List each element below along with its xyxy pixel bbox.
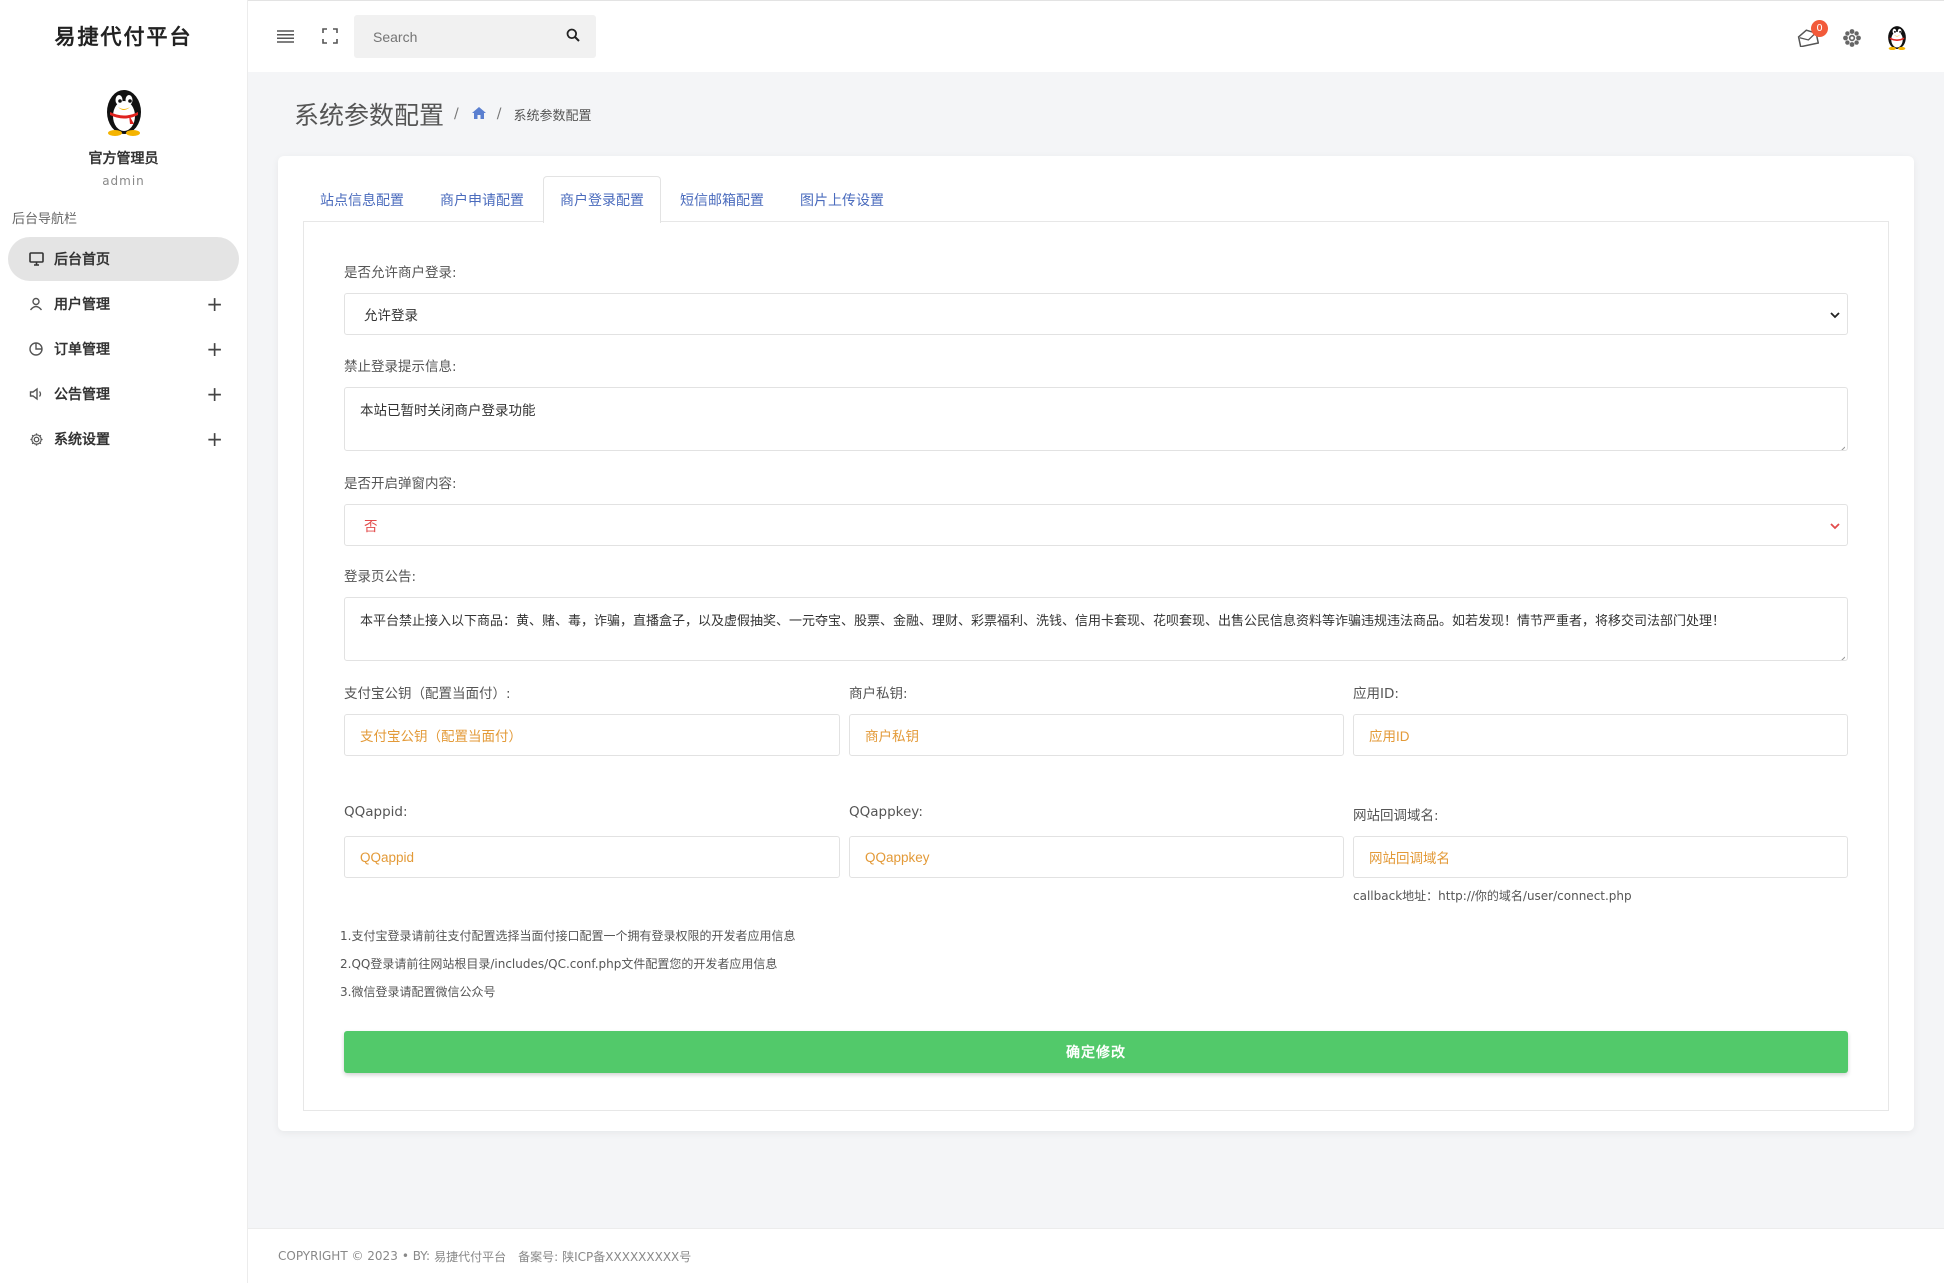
user-avatar-icon[interactable]: [1882, 20, 1912, 52]
sidebar-nav: 后台首页 用户管理 + 订单管理 + 公告管理 + 系统设置 +: [0, 237, 247, 461]
nav-heading: 后台导航栏: [12, 212, 78, 227]
expand-plus-icon[interactable]: +: [206, 382, 223, 406]
merchant-key-input[interactable]: 商户私钥: [849, 714, 1344, 756]
gear-icon: [28, 431, 44, 447]
callback-domain-label: 网站回调域名:: [1353, 808, 1439, 824]
megaphone-icon: [28, 386, 44, 402]
fullscreen-icon[interactable]: [319, 25, 341, 47]
footer-by-label: • BY:: [401, 1249, 431, 1263]
alipay-key-input[interactable]: 支付宝公钥（配置当面付）: [344, 714, 840, 756]
tab-merchant-apply[interactable]: 商户申请配置: [423, 176, 541, 222]
popup-select[interactable]: 否: [344, 504, 1848, 546]
footer-copyright: COPYRIGHT © 2023: [278, 1249, 398, 1263]
user-icon: [28, 296, 44, 312]
sidebar-item-label: 订单管理: [54, 342, 110, 358]
profile: 官方管理员 admin: [0, 72, 247, 188]
allow-login-value: 允许登录: [364, 308, 418, 323]
popup-value: 否: [364, 519, 378, 534]
footer-by-name[interactable]: 易捷代付平台: [434, 1248, 506, 1265]
profile-name: 官方管理员: [88, 151, 159, 167]
resize-grip-icon[interactable]: [1837, 650, 1846, 660]
sidebar-item-label: 用户管理: [54, 297, 110, 313]
sidebar-item-label: 公告管理: [54, 387, 110, 403]
notification-icon[interactable]: 0: [1797, 20, 1828, 48]
sidebar-item-label: 系统设置: [54, 432, 110, 448]
sidebar-item-orders[interactable]: 订单管理 +: [8, 327, 239, 371]
footer-icp-label: 备案号:: [518, 1249, 559, 1264]
ban-message-value: 本站已暂时关闭商户登录功能: [360, 403, 536, 418]
note-item: 1.支付宝登录请前往支付配置选择当面付接口配置一个拥有登录权限的开发者应用信息: [340, 929, 796, 943]
tab-merchant-login[interactable]: 商户登录配置: [543, 176, 661, 223]
settings-gear-icon[interactable]: [1841, 27, 1863, 49]
qq-appid-input[interactable]: QQappid: [344, 836, 840, 878]
login-notice-value: 本平台禁止接入以下商品：黄、赌、毒，诈骗，直播盒子，以及虚假抽奖、一元夺宝、股票…: [360, 613, 1726, 628]
alipay-key-label: 支付宝公钥（配置当面付）:: [344, 686, 511, 702]
callback-domain-input[interactable]: 网站回调域名: [1353, 836, 1848, 878]
qq-appkey-input[interactable]: QQappkey: [849, 836, 1344, 878]
search-box: [354, 15, 596, 58]
note-item: 3.微信登录请配置微信公众号: [340, 985, 496, 999]
chevron-down-icon: [1829, 520, 1841, 532]
popup-label: 是否开启弹窗内容:: [344, 476, 457, 492]
chevron-down-icon: [1829, 309, 1841, 321]
topbar: 0: [248, 0, 1944, 72]
sidebar-item-label: 后台首页: [54, 252, 110, 268]
pie-chart-icon: [28, 341, 44, 357]
notification-badge: 0: [1811, 20, 1828, 37]
sidebar-item-dashboard[interactable]: 后台首页: [8, 237, 239, 281]
allow-login-select[interactable]: 允许登录: [344, 293, 1848, 335]
expand-plus-icon[interactable]: +: [206, 292, 223, 316]
home-icon[interactable]: [471, 106, 487, 122]
breadcrumb-current: 系统参数配置: [513, 108, 592, 124]
resize-grip-icon[interactable]: [1837, 440, 1846, 450]
breadcrumb-separator: /: [496, 106, 502, 122]
footer-icp-value[interactable]: 陕ICP备XXXXXXXXX号: [562, 1248, 691, 1265]
config-tabs: 站点信息配置 商户申请配置 商户登录配置 短信邮箱配置 图片上传设置: [303, 176, 903, 223]
config-notes: 1.支付宝登录请前往支付配置选择当面付接口配置一个拥有登录权限的开发者应用信息 …: [340, 922, 795, 1006]
penguin-avatar-icon[interactable]: [99, 82, 149, 136]
app-id-label: 应用ID:: [1353, 686, 1399, 702]
page-header: 系统参数配置 / / 系统参数配置: [294, 96, 591, 132]
brand-title[interactable]: 易捷代付平台: [0, 0, 247, 72]
footer: COPYRIGHT © 2023 • BY: 易捷代付平台 备案号: 陕ICP备…: [248, 1228, 1944, 1283]
tab-site-info[interactable]: 站点信息配置: [303, 176, 421, 222]
login-notice-label: 登录页公告:: [344, 569, 417, 585]
expand-plus-icon[interactable]: +: [206, 337, 223, 361]
profile-role: admin: [102, 174, 145, 188]
page-title: 系统参数配置: [294, 101, 445, 130]
submit-button[interactable]: 确定修改: [344, 1031, 1848, 1073]
sidebar: 易捷代付平台 官方管理员 admin 后台导航栏 后台首页 用户管理 + 订单管…: [0, 0, 248, 1283]
search-icon[interactable]: [566, 28, 582, 44]
monitor-icon: [28, 251, 44, 267]
sidebar-item-announcements[interactable]: 公告管理 +: [8, 372, 239, 416]
tab-sms-email[interactable]: 短信邮箱配置: [663, 176, 781, 222]
login-notice-textarea[interactable]: 本平台禁止接入以下商品：黄、赌、毒，诈骗，直播盒子，以及虚假抽奖、一元夺宝、股票…: [344, 597, 1848, 661]
breadcrumb-separator: /: [454, 106, 459, 122]
ban-message-textarea[interactable]: 本站已暂时关闭商户登录功能: [344, 387, 1848, 451]
sidebar-item-users[interactable]: 用户管理 +: [8, 282, 239, 326]
search-input[interactable]: [354, 15, 554, 58]
expand-plus-icon[interactable]: +: [206, 427, 223, 451]
qq-appkey-label: QQappkey:: [849, 804, 923, 820]
ban-message-label: 禁止登录提示信息:: [344, 359, 457, 375]
sidebar-item-settings[interactable]: 系统设置 +: [8, 417, 239, 461]
qq-appid-label: QQappid:: [344, 804, 408, 820]
tab-image-upload[interactable]: 图片上传设置: [783, 176, 901, 222]
menu-toggle-icon[interactable]: [274, 25, 296, 47]
config-card: 站点信息配置 商户申请配置 商户登录配置 短信邮箱配置 图片上传设置 是否允许商…: [278, 156, 1914, 1131]
allow-login-label: 是否允许商户登录:: [344, 265, 457, 281]
callback-hint: callback地址：http://你的域名/user/connect.php: [1353, 889, 1632, 903]
merchant-key-label: 商户私钥:: [849, 686, 908, 702]
note-item: 2.QQ登录请前往网站根目录/includes/QC.conf.php文件配置您…: [340, 957, 778, 971]
app-id-input[interactable]: 应用ID: [1353, 714, 1848, 756]
tab-panel-merchant-login: 是否允许商户登录: 允许登录 禁止登录提示信息: 本站已暂时关闭商户登录功能 是…: [303, 221, 1889, 1111]
